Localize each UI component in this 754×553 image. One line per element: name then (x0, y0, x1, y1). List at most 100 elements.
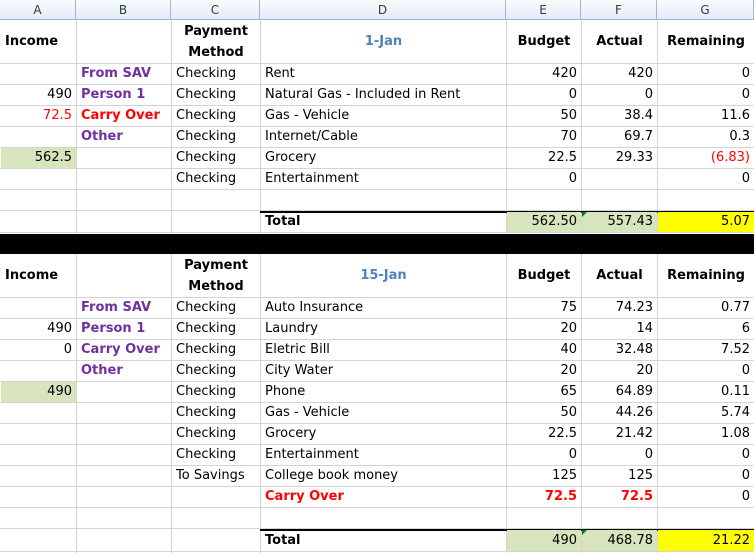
remaining-cell[interactable]: 0 (658, 361, 754, 381)
income-amount-cell[interactable]: 490 (1, 319, 76, 339)
expense-item-label[interactable]: City Water (261, 361, 506, 381)
payment-method-cell[interactable]: To Savings (172, 466, 260, 486)
column-header-f[interactable]: F (581, 0, 657, 20)
payment-method-cell[interactable]: Checking (172, 382, 260, 402)
total-label[interactable]: Total (261, 212, 506, 232)
income-amount-cell[interactable] (1, 127, 76, 147)
expense-item-label[interactable]: Grocery (261, 424, 506, 444)
actual-cell[interactable]: 69.7 (582, 127, 657, 147)
payment-method-cell[interactable] (172, 487, 260, 507)
actual-cell[interactable] (582, 169, 657, 189)
expense-item-label[interactable]: Carry Over (261, 487, 506, 507)
remaining-cell[interactable]: 6 (658, 319, 754, 339)
expense-item-label[interactable]: Gas - Vehicle (261, 403, 506, 423)
payment-method-header[interactable]: Payment Method (172, 255, 260, 297)
total-actual-cell[interactable]: 468.78 (582, 530, 657, 551)
income-header[interactable]: Income (1, 255, 76, 297)
payment-method-cell[interactable]: Checking (172, 64, 260, 84)
budget-cell[interactable]: 420 (507, 64, 581, 84)
payment-method-cell[interactable]: Checking (172, 319, 260, 339)
income-total-cell[interactable]: 490 (1, 382, 76, 402)
remaining-cell[interactable]: 0.3 (658, 127, 754, 147)
total-actual-cell[interactable]: 557.43 (582, 212, 657, 232)
actual-cell[interactable]: 0 (582, 445, 657, 465)
budget-header[interactable]: Budget (507, 255, 581, 297)
expense-item-label[interactable]: Gas - Vehicle (261, 106, 506, 126)
total-budget-cell[interactable]: 562.50 (507, 212, 581, 232)
period-date-header[interactable]: 15-Jan (261, 255, 506, 297)
budget-cell[interactable]: 0 (507, 85, 581, 105)
income-source-label[interactable]: Carry Over (77, 340, 171, 360)
actual-cell[interactable]: 14 (582, 319, 657, 339)
expense-item-label[interactable]: College book money (261, 466, 506, 486)
total-remaining-cell[interactable]: 21.22 (658, 530, 754, 551)
remaining-cell[interactable]: 0 (658, 445, 754, 465)
remaining-cell[interactable]: 0 (658, 85, 754, 105)
expense-item-label[interactable]: Internet/Cable (261, 127, 506, 147)
total-budget-cell[interactable]: 490 (507, 530, 581, 551)
remaining-cell[interactable]: 0 (658, 487, 754, 507)
expense-item-label[interactable]: Phone (261, 382, 506, 402)
income-source-label[interactable]: Person 1 (77, 85, 171, 105)
remaining-cell[interactable]: 1.08 (658, 424, 754, 444)
budget-cell[interactable]: 72.5 (507, 487, 581, 507)
payment-method-cell[interactable]: Checking (172, 298, 260, 318)
spreadsheet[interactable]: A B C D E F G Income Payment Method 1-Jan Budget Act… (0, 0, 754, 553)
total-remaining-cell[interactable]: 5.07 (658, 212, 754, 232)
column-header-e[interactable]: E (506, 0, 581, 20)
payment-method-cell[interactable]: Checking (172, 445, 260, 465)
expense-item-label[interactable]: Eletric Bill (261, 340, 506, 360)
actual-cell[interactable]: 125 (582, 466, 657, 486)
column-header-d[interactable]: D (260, 0, 506, 20)
income-source-label[interactable]: From SAV (77, 64, 171, 84)
actual-cell[interactable]: 72.5 (582, 487, 657, 507)
budget-cell[interactable]: 65 (507, 382, 581, 402)
remaining-cell[interactable]: 0 (658, 466, 754, 486)
actual-header[interactable]: Actual (582, 21, 657, 63)
income-amount-cell[interactable]: 72.5 (1, 106, 76, 126)
remaining-cell[interactable]: 0 (658, 64, 754, 84)
expense-item-label[interactable]: Natural Gas - Included in Rent (261, 85, 506, 105)
period-date-header[interactable]: 1-Jan (261, 21, 506, 63)
payment-method-cell[interactable]: Checking (172, 169, 260, 189)
column-header-a[interactable]: A (0, 0, 76, 20)
income-amount-cell[interactable] (1, 64, 76, 84)
actual-cell[interactable]: 74.23 (582, 298, 657, 318)
budget-cell[interactable]: 125 (507, 466, 581, 486)
income-source-label[interactable]: From SAV (77, 298, 171, 318)
remaining-cell[interactable]: 7.52 (658, 340, 754, 360)
budget-cell[interactable]: 22.5 (507, 148, 581, 168)
budget-cell[interactable]: 20 (507, 319, 581, 339)
remaining-cell[interactable]: (6.83) (658, 148, 754, 168)
actual-cell[interactable]: 29.33 (582, 148, 657, 168)
payment-method-cell[interactable]: Checking (172, 340, 260, 360)
remaining-cell[interactable]: 5.74 (658, 403, 754, 423)
payment-method-header[interactable]: Payment Method (172, 21, 260, 63)
expense-item-label[interactable]: Rent (261, 64, 506, 84)
payment-method-cell[interactable]: Checking (172, 127, 260, 147)
budget-cell[interactable]: 0 (507, 445, 581, 465)
income-amount-cell[interactable]: 0 (1, 340, 76, 360)
payment-method-cell[interactable]: Checking (172, 148, 260, 168)
budget-cell[interactable]: 0 (507, 169, 581, 189)
budget-cell[interactable]: 20 (507, 361, 581, 381)
actual-cell[interactable]: 420 (582, 64, 657, 84)
remaining-cell[interactable]: 0 (658, 169, 754, 189)
income-total-cell[interactable]: 562.5 (1, 148, 76, 168)
remaining-cell[interactable]: 0.77 (658, 298, 754, 318)
actual-cell[interactable]: 21.42 (582, 424, 657, 444)
income-source-label[interactable]: Other (77, 361, 171, 381)
payment-method-cell[interactable]: Checking (172, 85, 260, 105)
column-header-c[interactable]: C (171, 0, 260, 20)
actual-cell[interactable]: 20 (582, 361, 657, 381)
budget-cell[interactable]: 75 (507, 298, 581, 318)
income-header[interactable]: Income (1, 21, 76, 63)
expense-item-label[interactable]: Laundry (261, 319, 506, 339)
column-header-b[interactable]: B (76, 0, 171, 20)
income-source-label[interactable]: Other (77, 127, 171, 147)
payment-method-cell[interactable]: Checking (172, 403, 260, 423)
remaining-header[interactable]: Remaining (658, 21, 754, 63)
actual-cell[interactable]: 38.4 (582, 106, 657, 126)
budget-cell[interactable]: 40 (507, 340, 581, 360)
payment-method-cell[interactable]: Checking (172, 361, 260, 381)
